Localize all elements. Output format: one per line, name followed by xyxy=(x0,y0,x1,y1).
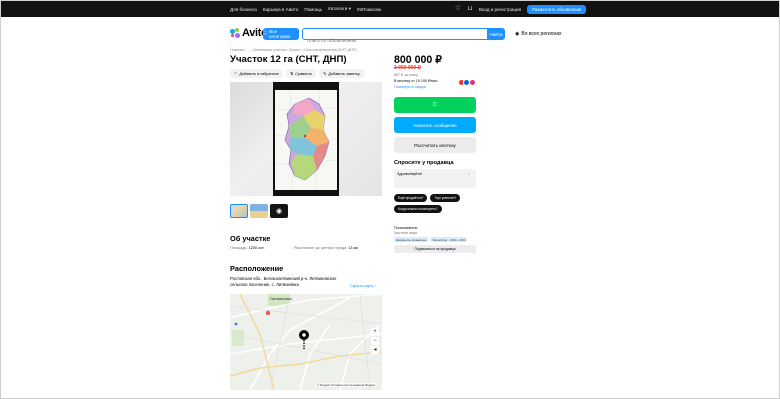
add-to-favorites-button[interactable]: ♡ Добавить в избранное xyxy=(230,69,283,78)
all-categories-label: Все категории xyxy=(269,29,291,39)
write-message-button[interactable]: Написать сообщение xyxy=(394,117,476,133)
quick-question-chip[interactable]: Торг уместен? xyxy=(430,194,461,202)
clear-icon[interactable]: × xyxy=(468,171,470,176)
seller-badge: Экземпляр · 14/11 • 10% xyxy=(430,237,468,242)
add-note-button[interactable]: ✎ Добавить заметку xyxy=(319,69,364,78)
search-input[interactable] xyxy=(303,35,499,46)
quick-question-chip[interactable]: Когда можно посмотреть? xyxy=(394,205,442,213)
location-map[interactable]: Литвиновка + − ◂ © Яндекс Условия исполь… xyxy=(230,294,382,390)
ask-seller-heading: Спросите у продавца xyxy=(394,160,454,166)
thumbnail-3[interactable]: ◉ xyxy=(270,204,288,218)
zoom-in-button[interactable]: + xyxy=(371,328,379,336)
map-tiles xyxy=(230,294,382,390)
region-selector[interactable]: ◉ Во всех регионах xyxy=(515,29,562,39)
top-links: Для бизнеса Карьера в Авито Помощь Катал… xyxy=(230,1,381,17)
heart-icon[interactable]: ♡ xyxy=(455,6,461,12)
categories-icon: ☷ xyxy=(263,31,268,36)
map-village-label: Литвиновка xyxy=(270,296,292,301)
main-photo[interactable] xyxy=(230,82,382,196)
zoom-out-button[interactable]: − xyxy=(371,337,379,345)
note-icon: ✎ xyxy=(323,72,327,76)
thumbnail-2[interactable] xyxy=(250,204,268,218)
price-old: 1 050 000 ₽ xyxy=(394,65,421,71)
price-per-unit: 667 ₽ за сотку xyxy=(394,73,418,77)
seller-badge: Документы проверены xyxy=(394,237,429,242)
browser-viewport: Для бизнеса Карьера в Авито Помощь Катал… xyxy=(0,0,780,399)
bank-logos xyxy=(457,79,476,86)
mortgage-link[interactable]: Посмотреть скидки xyxy=(394,85,426,89)
mortgage-offer: В ипотеку от 19 195 ₽/мес. xyxy=(394,79,439,83)
show-phone-button[interactable]: С xyxy=(394,97,476,113)
distance-value: 13 км xyxy=(348,246,358,250)
area-label: Площадь: xyxy=(230,246,248,250)
top-link-catalogs[interactable]: Каталоги ▾ xyxy=(328,6,351,12)
distance-label: Расстояние до центра города: xyxy=(294,246,348,250)
page-title: Участок 12 га (СНТ, ДНП) xyxy=(230,54,347,65)
top-link-career[interactable]: Карьера в Авито xyxy=(263,7,299,12)
region-label: Во всех регионах xyxy=(521,31,562,37)
top-link-business[interactable]: Для бизнеса xyxy=(230,7,257,12)
quick-questions: Ещё продаётся? Торг уместен? Когда можно… xyxy=(394,194,478,213)
seller-badges: Документы проверены Экземпляр · 14/11 • … xyxy=(394,237,468,242)
top-right: ♡ ⊔ Вход и регистрация Разместить объявл… xyxy=(455,1,587,17)
photo-map-image xyxy=(274,89,338,191)
add-note-label: Добавить заметку xyxy=(328,71,360,76)
camera-icon: ◉ xyxy=(275,208,283,215)
hide-map-link[interactable]: Скрыть карту ^ xyxy=(350,284,376,288)
about-heading: Об участке xyxy=(230,234,271,243)
district-map-graphic xyxy=(274,89,338,191)
add-to-favorites-label: Добавить в избранное xyxy=(239,71,279,76)
location-pin-icon: ◉ xyxy=(515,31,520,37)
compare-icon: ⇅ xyxy=(289,72,294,76)
location-heading: Расположение xyxy=(230,264,284,273)
quick-question-chip[interactable]: Ещё продаётся? xyxy=(394,194,428,202)
seller-type: Частное лицо xyxy=(394,231,417,235)
message-field[interactable]: Здравствуйте! × xyxy=(394,169,476,188)
breadcrumb[interactable]: Главная › ... › Земельные участки › Купи… xyxy=(230,48,357,52)
photo-phone-screenshot xyxy=(273,82,339,196)
distance-param: Расстояние до центра города: 13 км xyxy=(294,246,358,250)
bank-logo-icon xyxy=(468,79,476,86)
photo-thumbnails: ◉ xyxy=(230,204,288,218)
top-bar: Для бизнеса Карьера в Авито Помощь Катал… xyxy=(1,1,779,17)
compare-button[interactable]: ⇅ Сравнить xyxy=(285,69,317,78)
locate-me-icon[interactable]: ◂ xyxy=(371,346,379,354)
login-link[interactable]: Вход и регистрация xyxy=(479,7,521,12)
mortgage-calc-button[interactable]: Рассчитать ипотеку xyxy=(394,137,476,153)
area-param: Площадь: 1200 сот. xyxy=(230,246,265,250)
top-link-help-hashtag[interactable]: #яПомогаю xyxy=(357,7,381,12)
all-categories-button[interactable]: ☷ Все категории xyxy=(263,28,299,40)
cart-icon[interactable]: ⊔ xyxy=(467,6,473,12)
logo-icon xyxy=(230,28,240,38)
thumbnail-1[interactable] xyxy=(230,204,248,218)
compare-label: Сравнить xyxy=(295,71,313,76)
header: Avito ☷ Все категории Найти ◉ Во всех ре… xyxy=(230,27,562,46)
message-text: Здравствуйте! xyxy=(397,172,423,176)
seller-name[interactable]: Пользователь xyxy=(394,226,417,230)
top-link-help[interactable]: Помощь xyxy=(304,7,322,12)
map-copyright[interactable]: © Яндекс Условия использования Яндекс xyxy=(316,383,377,387)
location-address: Ростовская обл., Белокалитвинский р-н, Л… xyxy=(230,276,337,287)
avito-logo[interactable]: Avito xyxy=(230,27,268,39)
area-value: 1200 сот. xyxy=(248,246,265,250)
heart-icon: ♡ xyxy=(234,72,238,76)
search-box xyxy=(302,28,500,46)
subscribe-seller-button[interactable]: Подписаться на продавца xyxy=(394,245,476,253)
ad-actions: ♡ Добавить в избранное ⇅ Сравнить ✎ Доба… xyxy=(230,69,364,78)
post-ad-button[interactable]: Разместить объявление xyxy=(527,4,587,14)
find-button[interactable]: Найти xyxy=(487,28,505,40)
